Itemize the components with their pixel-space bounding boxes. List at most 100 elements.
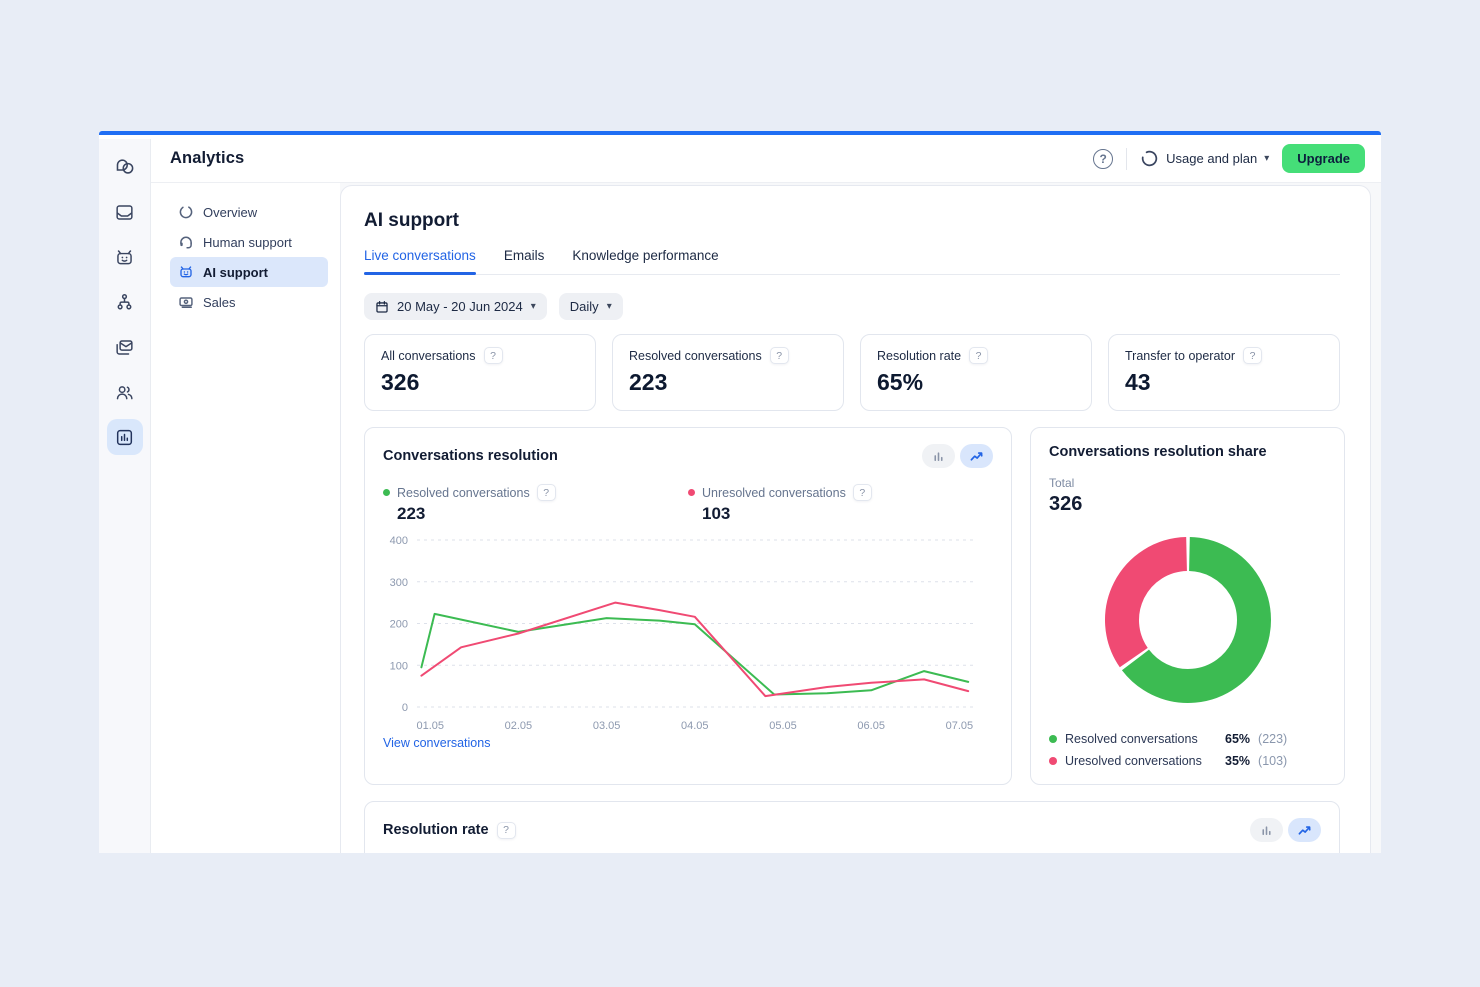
card-title: Conversations resolution share	[1049, 444, 1326, 460]
stat-card-transfer-to-operator: Transfer to operator ? 43	[1108, 334, 1340, 411]
card-title: Resolution rate	[383, 822, 489, 838]
view-conversations-link[interactable]: View conversations	[383, 736, 993, 750]
tab-emails[interactable]: Emails	[504, 248, 545, 274]
overview-gauge-icon	[178, 204, 194, 220]
help-icon[interactable]: ?	[1093, 149, 1113, 169]
upgrade-button[interactable]: Upgrade	[1282, 144, 1365, 173]
help-badge-icon[interactable]: ?	[969, 347, 988, 364]
legend-unresolved: Unresolved conversations ? 103	[688, 484, 993, 524]
page-title: AI support	[364, 210, 1340, 232]
legend-resolved: Resolved conversations ? 223	[383, 484, 688, 524]
usage-ring-icon	[1140, 149, 1159, 168]
sidebar-item-label: Overview	[203, 205, 257, 220]
topbar: Analytics ? Usage and plan ▾ Upgrade	[151, 135, 1381, 183]
analytics-icon[interactable]	[107, 419, 143, 455]
date-range-value: 20 May - 20 Jun 2024	[397, 299, 523, 314]
legend-label: Uresolved conversations	[1065, 754, 1217, 768]
chart-type-toggle	[1250, 818, 1321, 842]
chatbot-icon[interactable]	[107, 239, 143, 275]
svg-text:01.05: 01.05	[416, 720, 444, 732]
help-badge-icon[interactable]: ?	[537, 484, 556, 501]
topbar-divider	[1126, 148, 1127, 170]
granularity-value: Daily	[570, 299, 599, 314]
line-chart-toggle-icon[interactable]	[960, 444, 993, 468]
filter-bar: 20 May - 20 Jun 2024 ▾ Daily ▾	[364, 293, 1340, 320]
resolution-share-card: Conversations resolution share Total 326…	[1030, 427, 1345, 785]
sidebar-item-label: Sales	[203, 295, 236, 310]
help-badge-icon[interactable]: ?	[770, 347, 789, 364]
page-header-title: Analytics	[170, 149, 244, 168]
campaigns-icon[interactable]	[107, 329, 143, 365]
chevron-down-icon: ▾	[1264, 154, 1269, 164]
inbox-icon[interactable]	[107, 194, 143, 230]
help-badge-icon[interactable]: ?	[497, 822, 516, 839]
stat-card-resolution-rate: Resolution rate ? 65%	[860, 334, 1092, 411]
line-chart-toggle-icon[interactable]	[1288, 818, 1321, 842]
card-title: Conversations resolution	[383, 448, 558, 464]
banknote-icon	[178, 294, 194, 310]
headset-icon	[178, 234, 194, 250]
tidio-logo-icon[interactable]	[107, 149, 143, 185]
help-badge-icon[interactable]: ?	[484, 347, 503, 364]
sidebar-item-human-support[interactable]: Human support	[170, 227, 328, 257]
usage-and-plan-label: Usage and plan	[1166, 151, 1257, 166]
main-content: AI support Live conversations Emails Kno…	[340, 183, 1381, 853]
stat-label: Resolution rate	[877, 349, 961, 363]
granularity-select[interactable]: Daily ▾	[559, 293, 623, 320]
date-range-picker[interactable]: 20 May - 20 Jun 2024 ▾	[364, 293, 547, 320]
legend-label: Unresolved conversations	[702, 486, 846, 500]
conversations-resolution-card: Conversations resolution	[364, 427, 1012, 785]
flows-icon[interactable]	[107, 284, 143, 320]
chevron-down-icon: ▾	[531, 302, 536, 312]
line-chart-legend: Resolved conversations ? 223 Unresolved …	[383, 484, 993, 524]
resolution-donut-chart	[1098, 530, 1278, 710]
tab-live-conversations[interactable]: Live conversations	[364, 248, 476, 274]
legend-dot-green	[1049, 735, 1057, 743]
stat-cards: All conversations ? 326 Resolved convers…	[364, 334, 1340, 411]
legend-value: 103	[702, 504, 993, 524]
svg-text:300: 300	[390, 577, 408, 589]
stat-label: All conversations	[381, 349, 476, 363]
stat-value: 223	[629, 369, 827, 396]
bar-chart-toggle-icon[interactable]	[1250, 818, 1283, 842]
contacts-icon[interactable]	[107, 374, 143, 410]
sidebar-item-label: AI support	[203, 265, 268, 280]
help-badge-icon[interactable]: ?	[853, 484, 872, 501]
ai-support-panel: AI support Live conversations Emails Kno…	[340, 185, 1371, 853]
stat-value: 326	[381, 369, 579, 396]
donut-legend-resolved: Resolved conversations 65% (223)	[1049, 732, 1326, 746]
conversations-line-chart: 010020030040001.0502.0503.0504.0505.0506…	[383, 530, 995, 734]
calendar-icon	[375, 300, 389, 314]
legend-percent: 65%	[1225, 732, 1250, 746]
icon-rail	[99, 139, 151, 853]
svg-text:03.05: 03.05	[593, 720, 621, 732]
stat-card-resolved-conversations: Resolved conversations ? 223	[612, 334, 844, 411]
legend-label: Resolved conversations	[397, 486, 530, 500]
analytics-subnav: Overview Human support	[151, 183, 340, 853]
svg-text:200: 200	[390, 619, 408, 631]
svg-text:07.05: 07.05	[946, 720, 974, 732]
svg-text:100: 100	[390, 660, 408, 672]
stat-label: Transfer to operator	[1125, 349, 1235, 363]
svg-text:06.05: 06.05	[857, 720, 885, 732]
stat-card-all-conversations: All conversations ? 326	[364, 334, 596, 411]
tab-bar: Live conversations Emails Knowledge perf…	[364, 248, 1340, 275]
svg-text:04.05: 04.05	[681, 720, 709, 732]
tab-knowledge-performance[interactable]: Knowledge performance	[572, 248, 718, 274]
legend-dot-pink	[688, 489, 695, 496]
legend-percent: 35%	[1225, 754, 1250, 768]
sidebar-item-ai-support[interactable]: AI support	[170, 257, 328, 287]
robot-icon	[178, 264, 194, 280]
sidebar-item-overview[interactable]: Overview	[170, 197, 328, 227]
chevron-down-icon: ▾	[607, 302, 612, 312]
bar-chart-toggle-icon[interactable]	[922, 444, 955, 468]
donut-legend-unresolved: Uresolved conversations 35% (103)	[1049, 754, 1326, 768]
app-window: Analytics ? Usage and plan ▾ Upgrade	[99, 131, 1381, 853]
svg-text:05.05: 05.05	[769, 720, 797, 732]
legend-dot-pink	[1049, 757, 1057, 765]
resolution-rate-card: Resolution rate ?	[364, 801, 1340, 853]
stat-value: 43	[1125, 369, 1323, 396]
help-badge-icon[interactable]: ?	[1243, 347, 1262, 364]
sidebar-item-sales[interactable]: Sales	[170, 287, 328, 317]
usage-and-plan-menu[interactable]: Usage and plan ▾	[1140, 149, 1269, 168]
